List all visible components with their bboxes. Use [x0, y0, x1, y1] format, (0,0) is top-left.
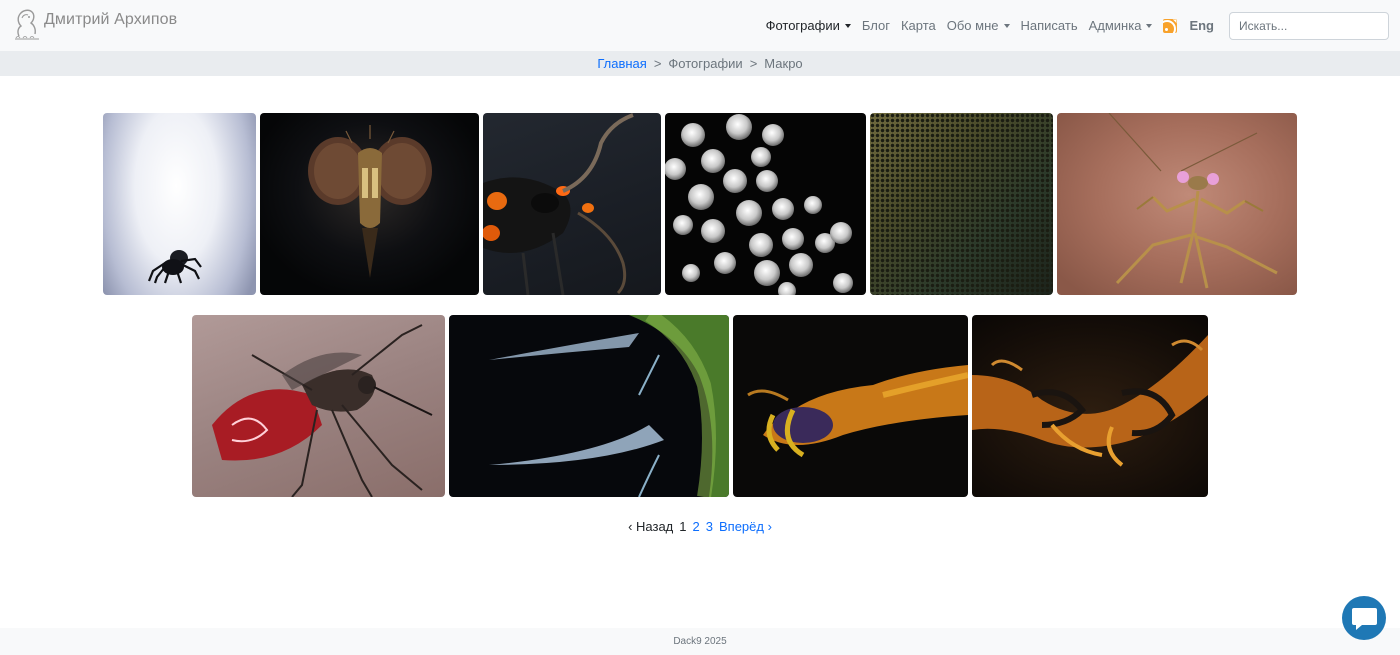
breadcrumb-separator: >: [653, 56, 662, 71]
breadcrumb-home-link[interactable]: Главная: [597, 56, 646, 71]
insect-leg-image: [747, 365, 968, 458]
fly-head-image: [308, 125, 432, 278]
photo-thumbnail[interactable]: [733, 315, 968, 497]
spider-image: [147, 250, 202, 284]
site-name: Дмитрий Архипов: [44, 11, 178, 28]
nav-photos-label: Фотографии: [765, 18, 840, 33]
breadcrumb-separator: >: [749, 56, 758, 71]
site-brand[interactable]: Дмитрий Архипов: [11, 6, 177, 42]
claws-orange-image: [972, 335, 1208, 467]
caret-down-icon: [1146, 24, 1153, 28]
photo-thumbnail[interactable]: [1057, 113, 1297, 295]
brand-logo-icon: [15, 9, 39, 40]
page-footer: Dack9 2025: [0, 628, 1400, 655]
photo-thumbnail[interactable]: [260, 113, 479, 295]
pagination-next[interactable]: Вперёд ›: [719, 519, 772, 534]
nav-blog[interactable]: Блог: [862, 18, 890, 33]
photo-thumbnail[interactable]: [870, 113, 1053, 295]
claws-green-image: [489, 315, 729, 497]
breadcrumb-current: Макро: [764, 56, 803, 71]
photo-thumbnail[interactable]: [449, 315, 729, 497]
main-nav: Фотографии Блог Карта Обо мне Написать А…: [766, 0, 1400, 51]
photo-thumbnail[interactable]: [103, 113, 256, 295]
footer-text: Dack9 2025: [673, 636, 727, 647]
nav-admin-dropdown[interactable]: Админка: [1089, 18, 1153, 33]
photo-thumbnail[interactable]: [192, 315, 445, 497]
mosquito-image: [212, 324, 433, 497]
pagination-current-page: 1: [679, 519, 687, 534]
chat-widget-button[interactable]: [1342, 596, 1386, 640]
pagination-prev[interactable]: ‹ Назад: [628, 519, 673, 534]
nav-photos-dropdown[interactable]: Фотографии: [766, 18, 851, 33]
mantis-image: [1108, 113, 1278, 289]
nav-about-label: Обо мне: [946, 18, 999, 33]
nav-write[interactable]: Написать: [1021, 18, 1078, 33]
nav-map[interactable]: Карта: [901, 18, 936, 33]
search-input[interactable]: [1229, 11, 1389, 40]
breadcrumb-section: Фотографии: [668, 56, 743, 71]
caret-down-icon: [1003, 24, 1010, 28]
pollen-image: [665, 114, 853, 295]
language-switch[interactable]: Eng: [1189, 18, 1214, 33]
top-navbar: Дмитрий Архипов Фотографии Блог Карта Об…: [0, 0, 1400, 51]
photo-thumbnail[interactable]: [665, 113, 866, 295]
chat-bubble-icon: [1352, 608, 1377, 630]
pagination-page-3[interactable]: 3: [706, 519, 713, 534]
breadcrumb: Главная > Фотографии > Макро: [0, 51, 1400, 76]
photo-thumbnail[interactable]: [972, 315, 1208, 497]
caret-down-icon: [844, 24, 851, 28]
photo-thumbnail[interactable]: [483, 113, 661, 295]
pagination: ‹ Назад 1 2 3 Вперёд ›: [0, 519, 1400, 534]
nav-about-dropdown[interactable]: Обо мне: [947, 18, 1010, 33]
nav-admin-label: Админка: [1088, 18, 1142, 33]
pagination-page-2[interactable]: 2: [693, 519, 700, 534]
rss-icon[interactable]: [1163, 18, 1178, 33]
wasp-image: [483, 113, 634, 295]
